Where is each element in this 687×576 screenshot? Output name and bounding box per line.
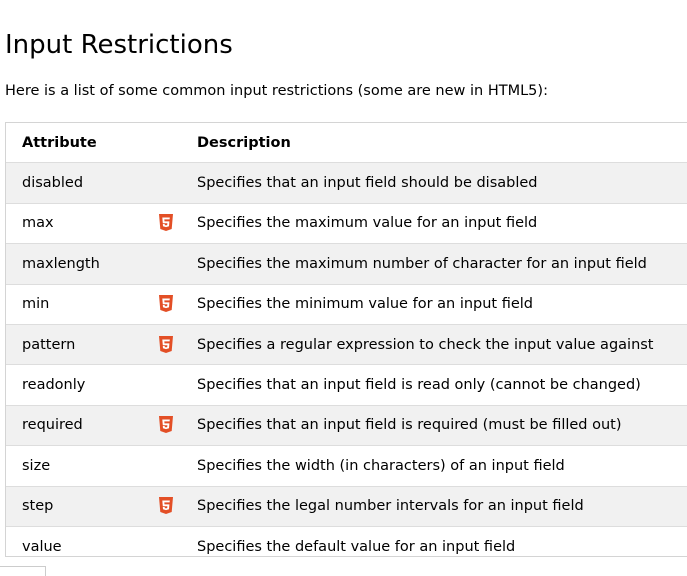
html5-icon [152,497,197,515]
attribute-description: Specifies the maximum value for an input… [197,203,687,245]
table-row: size Specifies the width (in characters) … [6,445,687,487]
page-title: Input Restrictions [5,30,233,60]
table-row: value Specifies the default value for an … [6,526,687,556]
header-icon-column [152,123,197,164]
html5-badge-cell [152,486,197,527]
attribute-description: Specifies that an input field is require… [197,405,687,447]
html5-badge-cell [152,405,197,447]
html5-badge-cell [152,284,197,325]
table-row: max Specifies the maximum value for an in… [6,203,687,245]
attribute-description: Specifies a regular expression to check … [197,324,687,366]
attribute-name: min [6,284,152,325]
html5-badge-cell [152,243,197,285]
attribute-description: Specifies the maximum number of characte… [197,243,687,285]
html5-badge-cell [152,162,197,204]
table-row: maxlength Specifies the maximum number of… [6,243,687,285]
html5-icon [152,295,197,313]
attribute-name: max [6,203,152,245]
attribute-description: Specifies the minimum value for an input… [197,284,687,325]
header-description: Description [197,123,687,164]
intro-text: Here is a list of some common input rest… [5,83,548,99]
restrictions-table: Attribute Description disabled Specifies … [5,122,687,557]
attribute-description: Specifies that an input field should be … [197,162,687,204]
attribute-name: maxlength [6,243,152,285]
attribute-description: Specifies the default value for an input… [197,538,516,555]
attribute-name: value [22,538,62,555]
table-row: pattern Specifies a regular expression to… [6,324,687,366]
table-row: disabled Specifies that an input field sh… [6,162,687,204]
table-row: min Specifies the minimum value for an in… [6,284,687,325]
attribute-description: Specifies the width (in characters) of a… [197,445,687,487]
header-attribute: Attribute [6,123,152,164]
attribute-name: required [6,405,152,447]
html5-badge-cell [152,364,197,406]
bottom-tab-stub [0,566,46,576]
attribute-name: step [6,486,152,527]
attribute-name: readonly [6,364,152,406]
table-row: step Specifies the legal number intervals… [6,486,687,527]
table-row: readonly Specifies that an input field is… [6,364,687,406]
html5-icon [152,335,197,354]
attribute-name: size [6,445,152,487]
attribute-name: pattern [6,324,152,366]
html5-badge-cell [152,203,197,245]
table-row: required Specifies that an input field is… [6,405,687,447]
table-header-row: Attribute Description [6,123,687,164]
attribute-name: disabled [6,162,152,204]
attribute-description: Specifies the legal number intervals for… [197,486,687,527]
attribute-description: Specifies that an input field is read on… [197,364,687,406]
html5-badge-cell [152,324,197,366]
html5-icon [152,214,197,232]
html5-icon [152,416,197,434]
html5-badge-cell [152,445,197,487]
html5-badge-cell [152,526,197,556]
